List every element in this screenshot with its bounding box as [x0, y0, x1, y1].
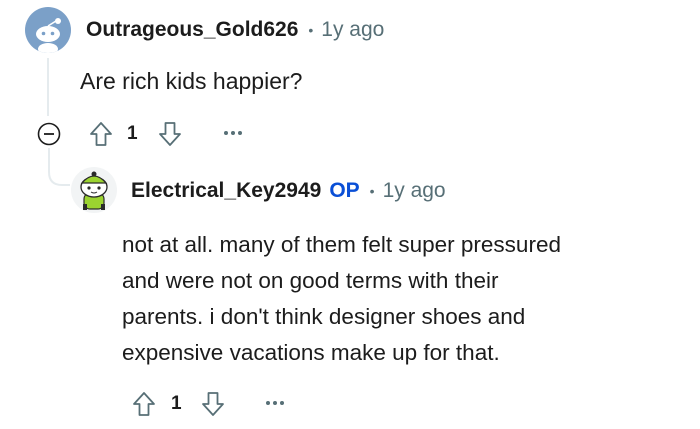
- reply-body-line: not at all. many of them felt super pres…: [122, 232, 561, 257]
- reply-more-options-button[interactable]: [263, 396, 287, 410]
- upvote-arrow-icon: [133, 392, 155, 416]
- reply-downvote-button[interactable]: [200, 390, 226, 418]
- reply-comment: Electrical_Key2949 OP • 1y ago not at al…: [0, 0, 700, 429]
- reply-vote-count: 1: [171, 393, 182, 414]
- reply-timestamp[interactable]: 1y ago: [383, 179, 446, 203]
- more-options-icon: [266, 401, 284, 405]
- meta-separator: •: [369, 183, 375, 199]
- reply-body-line: parents. i don't think designer shoes an…: [122, 304, 526, 329]
- reply-meta: Electrical_Key2949 OP • 1y ago: [131, 178, 446, 204]
- reply-body-line: expensive vacations make up for that.: [122, 340, 500, 365]
- reply-body: not at all. many of them felt super pres…: [122, 227, 561, 371]
- reply-upvote-button[interactable]: [131, 390, 157, 418]
- downvote-arrow-icon: [202, 392, 224, 416]
- reply-user-avatar[interactable]: [71, 167, 117, 213]
- reply-username[interactable]: Electrical_Key2949: [131, 179, 321, 203]
- green-snoo-avatar-icon: [80, 171, 108, 210]
- reply-body-line: and were not on good terms with their: [122, 268, 499, 293]
- op-badge: OP: [329, 179, 360, 202]
